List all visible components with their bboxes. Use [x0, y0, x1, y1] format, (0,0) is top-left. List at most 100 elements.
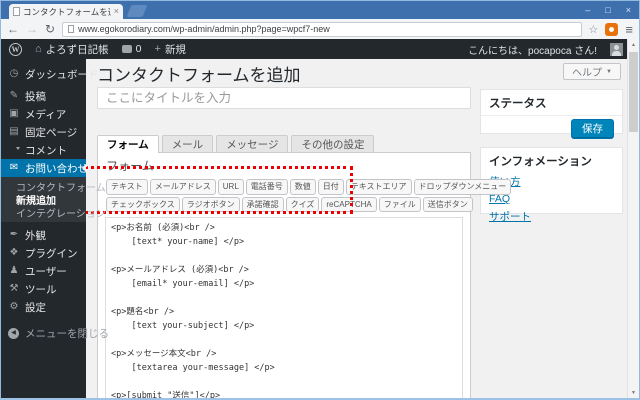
tag-button-acceptance[interactable]: 承諾確認: [241, 196, 284, 213]
sidebar-label: コメント: [25, 144, 67, 157]
form-title-input[interactable]: [97, 87, 471, 109]
tag-button-number[interactable]: 数値: [289, 179, 316, 195]
tab-form[interactable]: フォーム: [97, 135, 159, 153]
sidebar-item-posts[interactable]: ✎ 投稿: [1, 87, 86, 105]
sidebar-item-pages[interactable]: ▤ 固定ページ: [1, 123, 86, 141]
status-body: 保存: [481, 115, 622, 139]
user-avatar[interactable]: [610, 42, 623, 56]
plus-icon: +: [154, 42, 161, 55]
comment-count: 0: [135, 43, 142, 55]
plugin-icon: ❖: [9, 247, 19, 258]
tag-button-submit[interactable]: 送信ボタン: [422, 196, 473, 213]
tag-button-radio[interactable]: ラジオボタン: [181, 196, 240, 213]
site-name: よろず日記帳: [45, 43, 109, 56]
browser-titlebar: コンタクトフォームを追加 ‹ よろ × – □ ×: [1, 1, 639, 19]
page-scrollbar[interactable]: ▲ ▼: [627, 39, 639, 398]
sidebar-label: 固定ページ: [25, 126, 78, 139]
status-postbox: ステータス 保存: [480, 89, 623, 139]
sidebar-label: メディア: [25, 108, 67, 121]
comment-bubble-icon: [121, 45, 132, 53]
tag-button-tel[interactable]: 電話番号: [245, 179, 288, 195]
tag-button-quiz[interactable]: クイズ: [285, 196, 320, 213]
home-icon: ⌂: [35, 42, 42, 55]
bookmark-star-icon[interactable]: ☆: [589, 23, 599, 36]
sidebar-label: ツール: [25, 283, 57, 296]
tag-generator-row-1: テキスト メールアドレス URL 電話番号 数値 日付 テキストエリア ドロップ…: [106, 179, 512, 195]
tab-title: コンタクトフォームを追加 ‹ よろ: [23, 6, 111, 17]
reload-icon[interactable]: ↻: [45, 23, 55, 35]
wordpress-logo-icon[interactable]: W: [9, 42, 22, 56]
tag-generator-row-2: チェックボックス ラジオボタン 承諾確認 クイズ reCAPTCHA ファイル …: [106, 196, 473, 213]
browser-menu-icon[interactable]: ≡: [625, 23, 633, 36]
tag-button-dropdown[interactable]: ドロップダウンメニュー: [413, 179, 512, 195]
close-button[interactable]: ×: [626, 5, 631, 15]
scrollbar-up-icon[interactable]: ▲: [628, 39, 639, 50]
sidebar-item-comments[interactable]: コメント: [1, 141, 86, 159]
address-bar[interactable]: www.egokorodiary.com/wp-admin/admin.php?…: [62, 21, 582, 37]
maximize-button[interactable]: □: [605, 5, 610, 15]
form-template-textarea[interactable]: <p>お名前 (必須)<br /> [text* your-name] </p>…: [105, 217, 463, 398]
tag-button-textarea[interactable]: テキストエリア: [345, 179, 412, 195]
tab-favicon-icon: [13, 7, 20, 16]
tag-button-date[interactable]: 日付: [317, 179, 344, 195]
scrollbar-down-icon[interactable]: ▼: [628, 387, 639, 398]
tab-messages[interactable]: メッセージ: [216, 135, 289, 152]
browser-tab[interactable]: コンタクトフォームを追加 ‹ よろ ×: [9, 4, 123, 19]
sidebar-label: お問い合わせ: [25, 162, 88, 175]
tag-button-checkbox[interactable]: チェックボックス: [106, 196, 180, 213]
admin-bar-new-link[interactable]: + 新規: [155, 42, 186, 57]
forward-icon[interactable]: →: [26, 23, 38, 35]
sidebar-item-appearance[interactable]: ✒ 外観: [1, 226, 86, 244]
collapse-menu-button[interactable]: ◀ メニューを閉じる: [1, 324, 109, 342]
wp-admin-bar: W ⌂ よろず日記帳 0 + 新規 こんにちは、pocapoca さん!: [1, 39, 639, 59]
tag-button-email[interactable]: メールアドレス: [149, 179, 216, 195]
wp-admin-menu: ◷ ダッシュボード ✎ 投稿 ▣ メディア ▤ 固定ページ コメント ✉ お問い…: [1, 59, 109, 398]
browser-toolbar: ← → ↻ www.egokorodiary.com/wp-admin/admi…: [1, 19, 639, 39]
scrollbar-thumb[interactable]: [629, 52, 638, 132]
user-greeting[interactable]: こんにちは、pocapoca さん!: [468, 42, 597, 57]
information-title: インフォメーション: [489, 156, 592, 168]
screenshot-extension-icon[interactable]: [605, 22, 619, 36]
page-icon: [68, 25, 75, 33]
settings-gear-icon: ⚙: [9, 301, 19, 312]
form-tab-panel: フォーム テキスト メールアドレス URL 電話番号 数値 日付 テキストエリア…: [97, 152, 512, 398]
new-tab-button[interactable]: [126, 5, 148, 17]
editor-tabs: フォーム メール メッセージ その他の設定: [97, 135, 375, 153]
sidebar-item-tools[interactable]: ⚒ ツール: [1, 280, 86, 298]
sidebar-item-plugins[interactable]: ❖ プラグイン: [1, 244, 86, 262]
tag-button-text[interactable]: テキスト: [106, 179, 148, 195]
tools-wrench-icon: ⚒: [9, 283, 19, 294]
tab-close-icon[interactable]: ×: [114, 7, 119, 16]
admin-bar-site-link[interactable]: ⌂ よろず日記帳: [35, 42, 109, 57]
tab-additional-settings[interactable]: その他の設定: [291, 135, 375, 152]
pages-icon: ▤: [9, 126, 19, 137]
contact-submenu: コンタクトフォーム 新規追加 インテグレーション: [1, 177, 106, 222]
sidebar-label: ユーザー: [25, 265, 67, 278]
sidebar-label: 設定: [25, 301, 46, 314]
form-section-heading: フォーム: [106, 159, 154, 173]
submenu-item-integration[interactable]: インテグレーション: [1, 206, 106, 220]
sidebar-item-settings[interactable]: ⚙ 設定: [1, 298, 86, 316]
back-icon[interactable]: ←: [7, 23, 19, 35]
dashboard-icon: ◷: [9, 68, 19, 79]
tag-button-file[interactable]: ファイル: [378, 196, 421, 213]
media-icon: ▣: [9, 108, 19, 119]
tag-button-recaptcha[interactable]: reCAPTCHA: [321, 196, 377, 213]
chevron-down-icon: ▼: [606, 68, 612, 75]
sidebar-label: プラグイン: [25, 247, 78, 260]
link-support[interactable]: サポート: [489, 209, 614, 224]
help-button[interactable]: ヘルプ ▼: [563, 63, 621, 80]
admin-bar-comments-link[interactable]: 0: [121, 43, 142, 55]
sidebar-item-contact[interactable]: ✉ お問い合わせ: [1, 159, 88, 177]
minimize-button[interactable]: –: [585, 5, 590, 15]
sidebar-item-media[interactable]: ▣ メディア: [1, 105, 86, 123]
url-text: www.egokorodiary.com/wp-admin/admin.php?…: [78, 24, 330, 34]
tag-button-url[interactable]: URL: [217, 179, 244, 195]
save-button[interactable]: 保存: [571, 119, 614, 139]
sidebar-item-users[interactable]: ♟ ユーザー: [1, 262, 86, 280]
sidebar-item-dashboard[interactable]: ◷ ダッシュボード: [1, 65, 99, 83]
tab-mail[interactable]: メール: [161, 135, 214, 152]
link-faq[interactable]: FAQ: [489, 193, 614, 205]
sidebar-label: ダッシュボード: [25, 68, 99, 81]
sidebar-label: 投稿: [25, 90, 46, 103]
